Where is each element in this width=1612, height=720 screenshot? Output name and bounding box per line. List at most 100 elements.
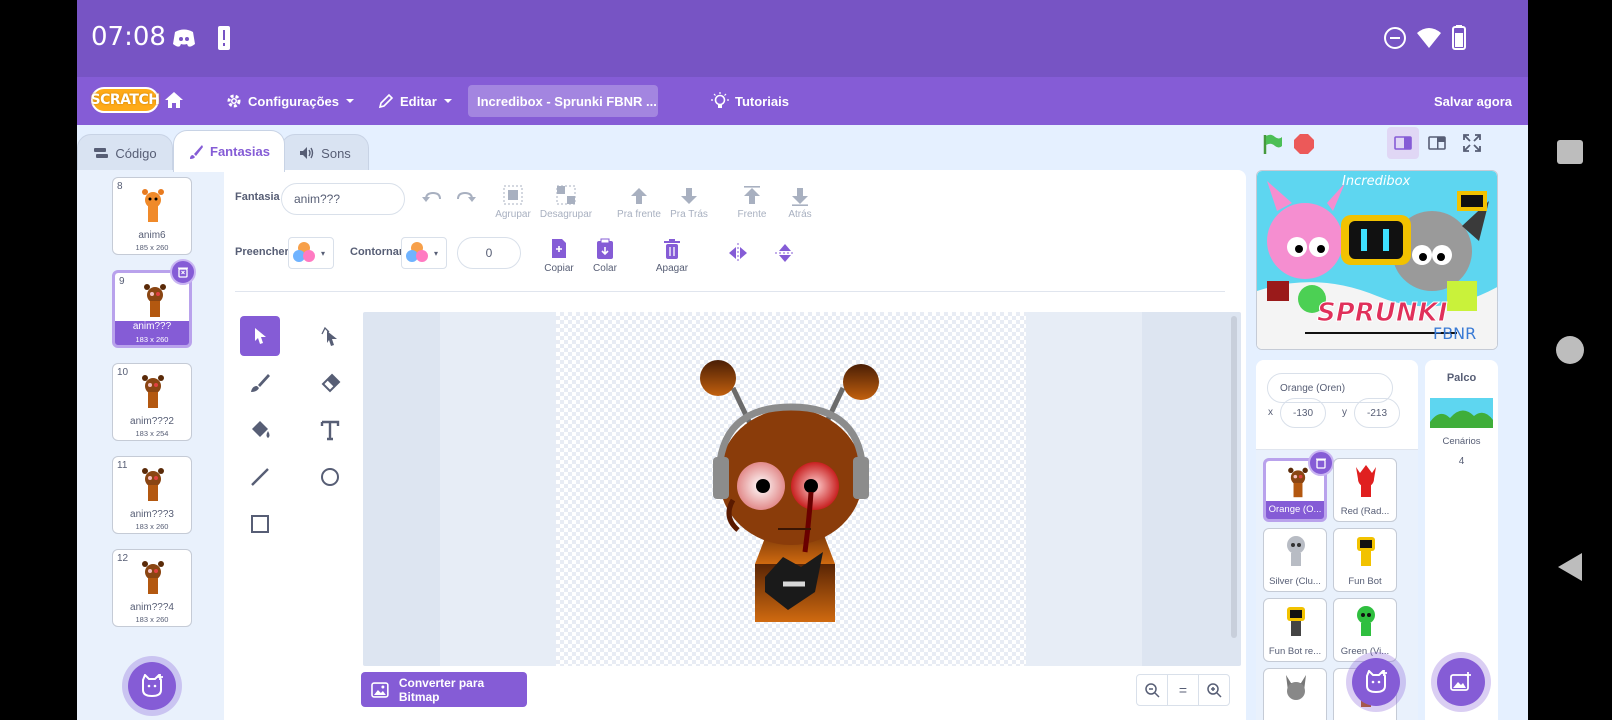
redo-icon[interactable] — [452, 189, 478, 209]
chevron-down-icon — [346, 99, 355, 103]
undo-icon[interactable] — [420, 189, 446, 209]
flip-vertical-icon[interactable] — [774, 242, 796, 264]
reshape-tool[interactable] — [310, 316, 350, 356]
stage-tag-text: FBNR — [1433, 324, 1476, 343]
trash-icon — [178, 267, 188, 278]
convert-to-bitmap-button[interactable]: Converter para Bitmap — [361, 672, 527, 707]
reshape-icon — [321, 326, 337, 346]
small-stage-button[interactable] — [1387, 127, 1419, 159]
fill-label: Preencher — [235, 246, 289, 258]
save-now-button[interactable]: Salvar agora — [1434, 77, 1512, 125]
sprite-thumbnail — [1288, 467, 1308, 498]
text-tool[interactable] — [310, 410, 350, 450]
tab-costumes[interactable]: Fantasias — [173, 130, 285, 172]
outline-label: Contornar — [350, 246, 404, 258]
drawing-canvas[interactable] — [363, 312, 1241, 666]
green-flag-icon[interactable] — [1261, 133, 1283, 155]
stage-preview[interactable]: Incredibox SPRUNKI FBNR — [1256, 170, 1498, 350]
zoom-in-button[interactable] — [1198, 674, 1230, 706]
lightbulb-icon — [711, 92, 729, 108]
circle-tool[interactable] — [310, 457, 350, 497]
backward-button[interactable]: Pra Trás — [659, 182, 719, 220]
costume-size: 183 x 260 — [135, 335, 169, 344]
save-now-label: Salvar agora — [1433, 93, 1512, 109]
discord-icon — [173, 29, 195, 47]
group-button[interactable]: Agrupar — [483, 182, 543, 220]
home-nav-icon[interactable] — [1528, 335, 1612, 365]
paste-label: Colar — [593, 263, 617, 274]
sprite-tile[interactable]: Green (Vi... — [1333, 598, 1397, 662]
backward-label: Pra Trás — [670, 209, 708, 220]
tab-sounds[interactable]: Sons — [281, 134, 369, 172]
back-button[interactable]: Atrás — [770, 182, 830, 220]
costume-item[interactable]: 8 anim6 185 x 260 — [112, 177, 192, 255]
back-icon[interactable] — [1528, 550, 1612, 584]
delete-costume-button[interactable] — [170, 259, 196, 285]
sprite-tile[interactable]: Fun Bot re... — [1263, 598, 1327, 662]
delete-label: Apagar — [655, 263, 689, 274]
delete-sprite-button[interactable] — [1308, 450, 1334, 476]
sprite-name: Silver (Clu... — [1269, 576, 1321, 587]
tutorials-button[interactable]: Tutoriais — [711, 77, 789, 125]
delete-button[interactable]: Apagar — [642, 236, 702, 274]
zoom-out-button[interactable] — [1136, 674, 1168, 706]
add-sprite-button[interactable] — [1352, 658, 1400, 706]
front-label: Frente — [737, 209, 767, 220]
costume-size: 183 x 260 — [135, 615, 169, 624]
rectangle-tool[interactable] — [240, 504, 280, 544]
sprite-thumbnail — [1357, 537, 1375, 566]
eraser-tool[interactable] — [310, 363, 350, 403]
flip-horizontal-icon[interactable] — [727, 242, 749, 264]
x-position-input[interactable]: -130 — [1280, 398, 1326, 428]
fill-tool[interactable] — [240, 410, 280, 450]
scratch-logo[interactable]: SCRATCH — [91, 87, 160, 113]
costume-number: 9 — [119, 276, 125, 287]
recents-icon[interactable] — [1528, 137, 1612, 167]
sprite-tile[interactable]: Fun Bot — [1333, 528, 1397, 592]
edit-menu[interactable]: Editar — [378, 77, 453, 125]
trash-icon — [1316, 458, 1326, 469]
home-icon[interactable] — [164, 90, 184, 110]
line-tool[interactable] — [240, 457, 280, 497]
sprite-tile[interactable] — [1263, 668, 1327, 720]
add-backdrop-button[interactable] — [1437, 658, 1485, 706]
costume-item[interactable]: 10 anim???2 183 x 254 — [112, 363, 192, 441]
brush-icon — [251, 374, 270, 392]
status-time: 07:08 — [91, 22, 166, 52]
copy-label: Copiar — [544, 263, 574, 274]
android-device-screen: 07:08 SCRATCH Configurações Editar Incre… — [77, 0, 1528, 720]
costume-size: 183 x 254 — [135, 429, 169, 438]
settings-menu[interactable]: Configurações — [226, 77, 355, 125]
brush-tool[interactable] — [240, 363, 280, 403]
canvas-scrollbar[interactable] — [1231, 316, 1237, 638]
costume-item[interactable]: 12 anim???4 183 x 260 — [112, 549, 192, 627]
arrow-cursor-icon — [255, 328, 266, 344]
add-costume-button[interactable] — [128, 662, 176, 710]
fill-color-picker[interactable]: ▾ — [288, 237, 334, 269]
sprite-thumbnail — [1287, 536, 1305, 566]
color-swatch-icon — [293, 242, 315, 262]
costume-name-input[interactable]: anim??? — [281, 183, 405, 215]
chevron-down-icon — [443, 99, 452, 103]
costume-thumbnail — [142, 189, 164, 222]
tab-code[interactable]: Código — [77, 134, 173, 172]
costume-name: anim???4 — [130, 602, 174, 613]
stop-icon[interactable] — [1293, 133, 1315, 155]
sprite-tile[interactable]: Silver (Clu... — [1263, 528, 1327, 592]
bring-front-icon — [744, 186, 760, 204]
select-tool[interactable] — [240, 316, 280, 356]
y-position-input[interactable]: -213 — [1354, 398, 1400, 428]
costume-thumbnail — [142, 375, 164, 408]
outline-width-input[interactable]: 0 — [457, 237, 521, 269]
stage-selector[interactable]: Palco Cenários 4 — [1425, 360, 1498, 720]
outline-color-picker[interactable]: ▾ — [401, 237, 447, 269]
large-stage-button[interactable] — [1421, 127, 1453, 159]
zoom-reset-button[interactable]: = — [1167, 674, 1199, 706]
costume-item[interactable]: 11 anim???3 183 x 260 — [112, 456, 192, 534]
ungroup-button[interactable]: Desagrupar — [536, 182, 596, 220]
status-bar: 07:08 — [77, 0, 1528, 77]
fullscreen-button[interactable] — [1456, 127, 1488, 159]
sprite-tile[interactable]: Red (Rad... — [1333, 458, 1397, 522]
paste-button[interactable]: Colar — [575, 236, 635, 274]
project-title-input[interactable]: Incredibox - Sprunki FBNR ... — [468, 85, 658, 117]
